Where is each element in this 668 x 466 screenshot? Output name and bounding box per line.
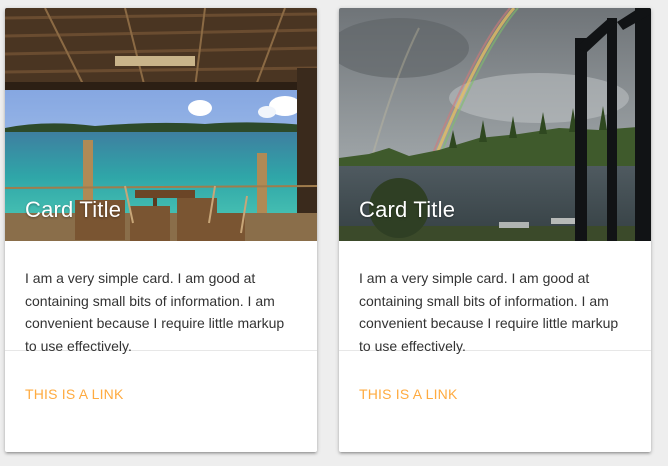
card-text: I am a very simple card. I am good at co… bbox=[25, 270, 285, 354]
card-image: Card Title bbox=[339, 8, 651, 241]
card-title: Card Title bbox=[25, 197, 122, 222]
card-action: This is a link bbox=[5, 351, 317, 451]
card-image: Card Title bbox=[5, 8, 317, 241]
card-link[interactable]: This is a link bbox=[359, 386, 458, 402]
card-title: Card Title bbox=[359, 197, 456, 222]
card-text: I am a very simple card. I am good at co… bbox=[359, 270, 619, 354]
card-content: I am a very simple card. I am good at co… bbox=[5, 241, 317, 354]
card: Card Title I am a very simple card. I am… bbox=[339, 8, 651, 452]
card: Card Title I am a very simple card. I am… bbox=[5, 8, 317, 452]
card-content: I am a very simple card. I am good at co… bbox=[339, 241, 651, 354]
card-action: This is a link bbox=[339, 351, 651, 451]
card-link[interactable]: This is a link bbox=[25, 386, 124, 402]
